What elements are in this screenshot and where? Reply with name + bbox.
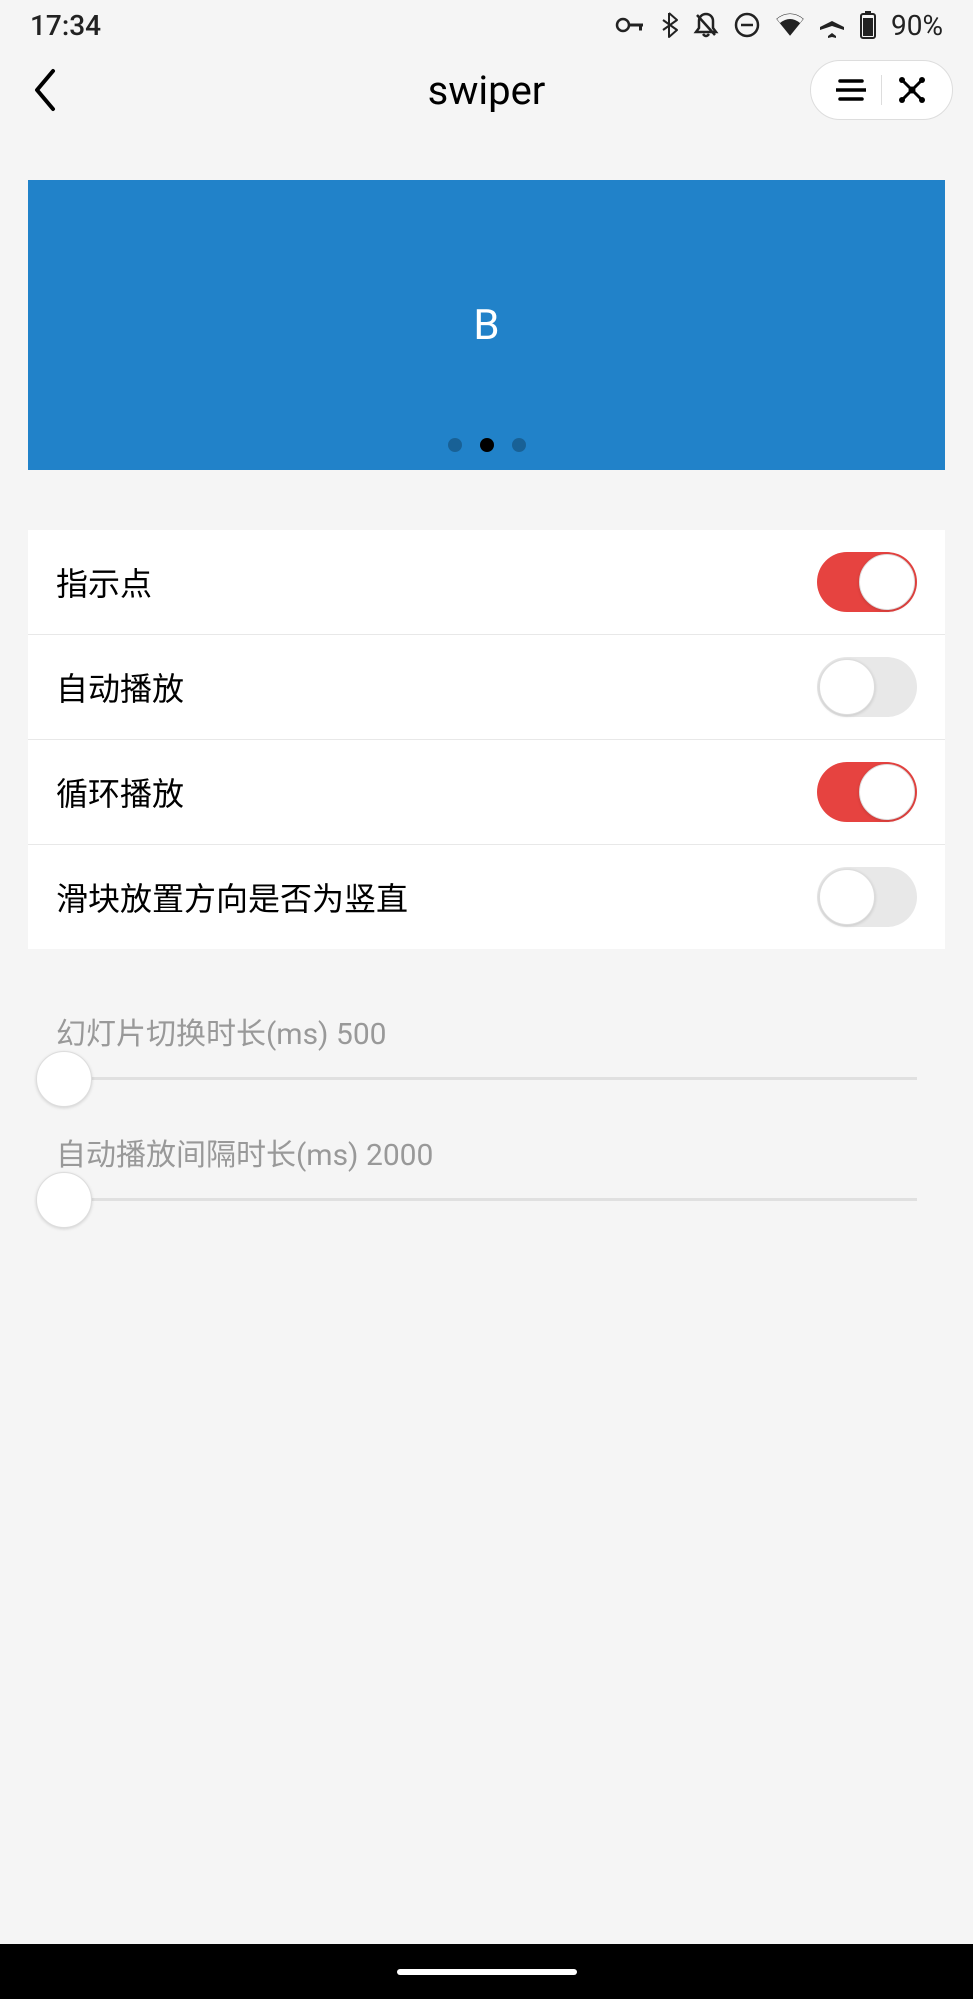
toggle-autoplay[interactable] xyxy=(817,657,917,717)
setting-label: 自动播放 xyxy=(56,664,184,710)
back-button[interactable] xyxy=(20,65,70,115)
wifi-icon xyxy=(775,13,805,37)
setting-row-indicator-dots: 指示点 xyxy=(28,530,945,635)
status-bar: 17:34 90% xyxy=(0,0,973,50)
toggle-vertical[interactable] xyxy=(817,867,917,927)
slider-interval[interactable] xyxy=(64,1198,917,1201)
do-not-disturb-icon xyxy=(733,11,761,39)
swiper-current-slide: B xyxy=(473,301,499,350)
status-icons: 90% xyxy=(615,9,943,42)
toggle-knob xyxy=(859,554,915,610)
slider-knob[interactable] xyxy=(36,1051,92,1107)
swiper-dot[interactable] xyxy=(448,438,462,452)
setting-row-vertical: 滑块放置方向是否为竖直 xyxy=(28,845,945,949)
system-nav-bar xyxy=(0,1944,973,1999)
slider-group-interval: 自动播放间隔时长(ms) 2000 xyxy=(56,1130,917,1201)
airplane-icon xyxy=(819,11,845,39)
vpn-key-icon xyxy=(615,14,645,36)
swiper-panel[interactable]: B xyxy=(28,180,945,470)
swiper-dot[interactable] xyxy=(512,438,526,452)
status-time: 17:34 xyxy=(30,9,101,42)
bluetooth-icon xyxy=(659,11,679,39)
page-title: swiper xyxy=(428,67,546,114)
home-indicator[interactable] xyxy=(397,1969,577,1975)
notification-off-icon xyxy=(693,11,719,39)
menu-icon xyxy=(836,78,866,102)
toggle-indicator-dots[interactable] xyxy=(817,552,917,612)
toggle-knob xyxy=(859,764,915,820)
settings-card: 指示点 自动播放 循环播放 滑块放置方向是否为竖直 xyxy=(28,530,945,949)
menu-button[interactable] xyxy=(821,65,881,115)
slider-label: 幻灯片切换时长(ms) 500 xyxy=(56,1009,917,1053)
setting-label: 指示点 xyxy=(56,559,152,605)
close-button[interactable] xyxy=(882,65,942,115)
toggle-knob xyxy=(819,659,875,715)
slider-label: 自动播放间隔时长(ms) 2000 xyxy=(56,1130,917,1174)
setting-row-loop: 循环播放 xyxy=(28,740,945,845)
swiper-dot[interactable] xyxy=(480,438,494,452)
slider-duration[interactable] xyxy=(64,1077,917,1080)
close-icon xyxy=(898,76,926,104)
slider-group-duration: 幻灯片切换时长(ms) 500 xyxy=(56,1009,917,1080)
setting-row-autoplay: 自动播放 xyxy=(28,635,945,740)
toggle-loop[interactable] xyxy=(817,762,917,822)
swiper-indicator-dots xyxy=(448,438,526,452)
battery-icon xyxy=(859,11,877,39)
slider-section: 幻灯片切换时长(ms) 500 自动播放间隔时长(ms) 2000 xyxy=(28,1009,945,1201)
battery-percent: 90% xyxy=(891,9,943,42)
header-capsule xyxy=(810,60,953,120)
setting-label: 滑块放置方向是否为竖直 xyxy=(56,874,408,920)
chevron-left-icon xyxy=(31,67,59,113)
setting-label: 循环播放 xyxy=(56,769,184,815)
toggle-knob xyxy=(819,869,875,925)
app-header: swiper xyxy=(0,50,973,130)
slider-knob[interactable] xyxy=(36,1172,92,1228)
